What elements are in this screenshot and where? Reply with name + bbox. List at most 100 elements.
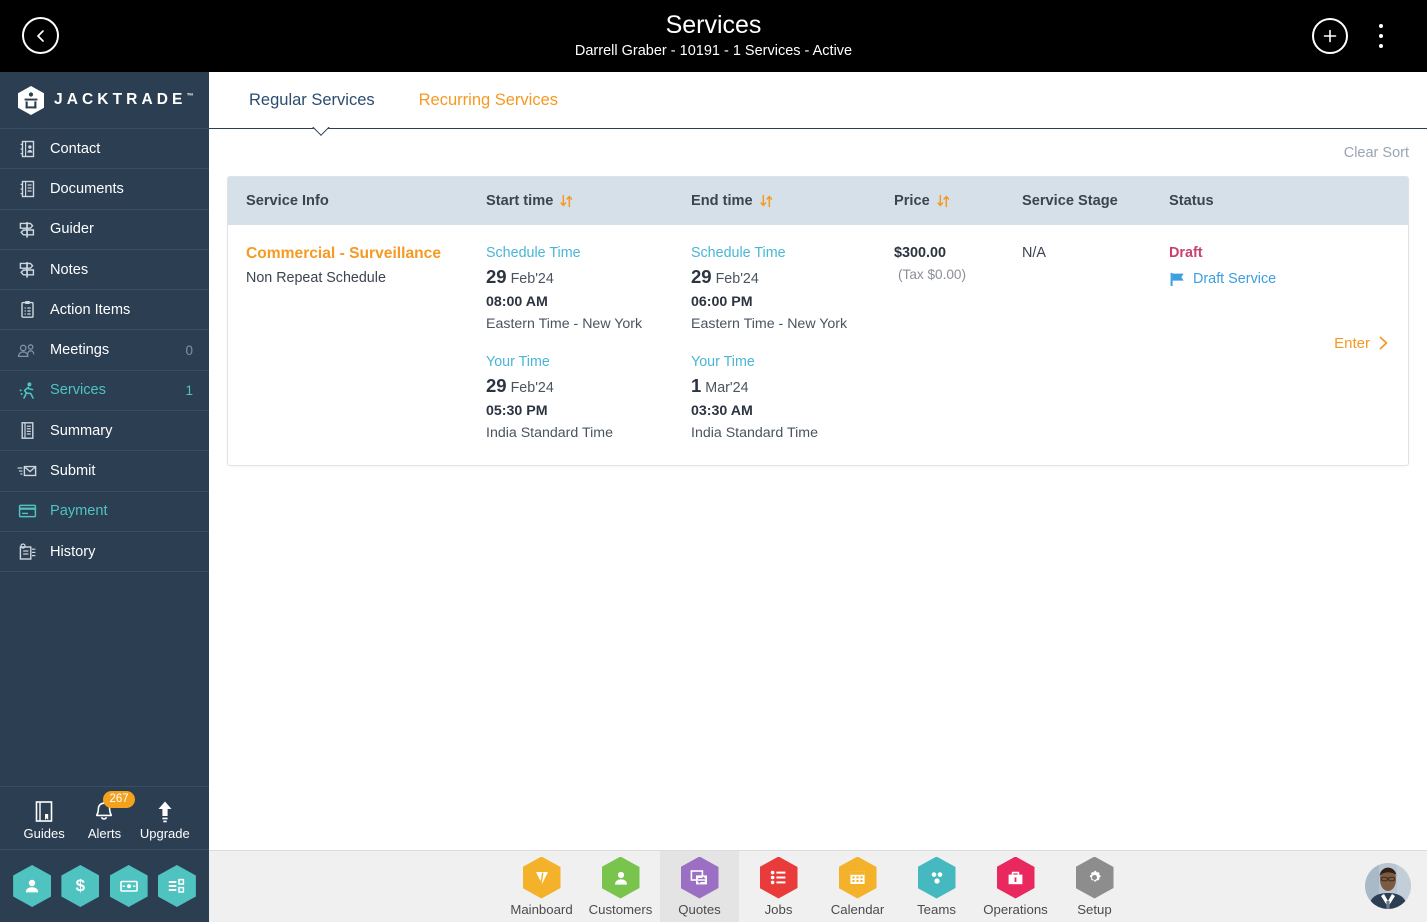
document-icon xyxy=(16,179,38,199)
time-day: 1 xyxy=(691,375,702,396)
service-schedule-type: Non Repeat Schedule xyxy=(246,270,386,286)
teams-hex-icon xyxy=(917,856,956,899)
brand-logo[interactable]: JACKTRADE™ xyxy=(0,72,209,129)
sidebar-item-label: History xyxy=(50,543,96,560)
time-hour: 03:30 AM xyxy=(691,403,753,419)
hex-glyph xyxy=(689,868,710,887)
column-header-end-time[interactable]: End time xyxy=(691,193,894,209)
sidebar-item-services[interactable]: Services 1 xyxy=(0,371,209,412)
bottom-nav-customers[interactable]: Customers xyxy=(581,851,660,922)
up-arrow-icon xyxy=(155,796,175,824)
column-header-status: Status xyxy=(1169,193,1408,209)
sidebar-item-label: Action Items xyxy=(50,301,131,318)
sidebar-item-label: Services xyxy=(50,382,106,399)
table-body: Commercial - Surveillance Non Repeat Sch… xyxy=(228,225,1408,465)
jacktrade-hex-icon xyxy=(18,85,44,115)
sidebar-item-summary[interactable]: Summary xyxy=(0,411,209,452)
dollar-icon: $ xyxy=(75,876,86,895)
shortcut-person-hex[interactable] xyxy=(13,865,52,907)
column-header-service-stage: Service Stage xyxy=(1022,193,1169,209)
sidebar-item-payment[interactable]: Payment xyxy=(0,492,209,532)
sidebar-item-contact[interactable]: Contact xyxy=(0,129,209,170)
time-month: Feb'24 xyxy=(510,271,554,287)
sidebar-shortcuts: $ xyxy=(0,850,209,922)
calendar-hex-icon xyxy=(838,856,877,899)
bottom-nav-operations[interactable]: Operations xyxy=(976,851,1055,922)
bottom-nav-jobs[interactable]: Jobs xyxy=(739,851,818,922)
bottom-nav-setup[interactable]: Setup xyxy=(1055,851,1134,922)
services-table: Service Info Start time End time Price S… xyxy=(227,176,1409,466)
status-sublabel[interactable]: Draft Service xyxy=(1169,271,1276,287)
add-service-button[interactable] xyxy=(1312,18,1348,54)
clear-sort-button[interactable]: Clear Sort xyxy=(1344,145,1409,161)
sidebar: JACKTRADE™ Contact Documents Guider Notes Ac… xyxy=(0,72,209,922)
bottom-nav-items: Mainboard Customers Quotes Jobs Calendar Team… xyxy=(502,850,1134,922)
sidebar-item-history[interactable]: History xyxy=(0,532,209,573)
shortcut-dollar-hex[interactable]: $ xyxy=(61,865,100,907)
sidebar-tool-label: Alerts xyxy=(87,825,122,841)
sidebar-tool-upgrade[interactable]: Upgrade xyxy=(136,796,194,841)
sidebar-tool-label: Upgrade xyxy=(139,825,190,841)
sort-icon[interactable] xyxy=(759,194,773,208)
jobs-hex-icon xyxy=(759,856,798,899)
shortcut-money-hex[interactable] xyxy=(109,865,148,907)
sidebar-item-label: Documents xyxy=(50,180,124,197)
overflow-menu-button[interactable] xyxy=(1372,22,1390,50)
history-icon xyxy=(16,542,38,562)
app-root: Services Darrell Graber - 10191 - 1 Serv… xyxy=(0,0,1427,922)
clipboard-icon xyxy=(16,300,38,320)
sidebar-item-notes[interactable]: Notes xyxy=(0,250,209,291)
sort-icon[interactable] xyxy=(560,194,573,208)
time-month: Mar'24 xyxy=(705,380,749,396)
enter-label: Enter xyxy=(1334,334,1370,352)
column-label: Service Stage xyxy=(1022,193,1118,209)
bottom-nav-quotes[interactable]: Quotes xyxy=(660,850,739,922)
sidebar-item-documents[interactable]: Documents xyxy=(0,169,209,210)
quotes-hex-icon xyxy=(680,856,719,899)
time-label: Schedule Time xyxy=(691,245,786,261)
sidebar-tool-alerts[interactable]: 267 Alerts xyxy=(75,790,135,841)
bottom-nav-mainboard[interactable]: Mainboard xyxy=(502,851,581,922)
bottom-nav-teams[interactable]: Teams xyxy=(897,851,976,922)
service-title[interactable]: Commercial - Surveillance xyxy=(246,245,486,263)
bottom-nav-label: Quotes xyxy=(678,901,721,917)
sidebar-tool-label: Guides xyxy=(23,825,65,841)
column-label: Price xyxy=(894,193,930,209)
bottom-nav-label: Mainboard xyxy=(510,901,573,917)
plus-icon xyxy=(1323,29,1337,43)
tab-regular-services[interactable]: Regular Services xyxy=(227,91,397,110)
shortcut-workflow-hex[interactable] xyxy=(157,865,196,907)
sidebar-item-guider[interactable]: Guider xyxy=(0,210,209,250)
column-header-price[interactable]: Price xyxy=(894,193,1022,209)
time-zone: India Standard Time xyxy=(691,425,818,441)
bottom-nav-label: Setup xyxy=(1077,901,1112,917)
enter-button[interactable]: Enter xyxy=(1334,245,1390,441)
cell-start-time: Schedule Time 29 Feb'24 08:00 AM Eastern… xyxy=(486,241,691,441)
active-tab-caret xyxy=(312,127,330,137)
sidebar-item-meetings[interactable]: Meetings 0 xyxy=(0,330,209,371)
time-hour: 05:30 PM xyxy=(486,403,548,419)
tab-bar: Regular Services Recurring Services xyxy=(209,72,1427,129)
avatar[interactable] xyxy=(1365,863,1411,909)
operations-hex-icon xyxy=(996,856,1035,899)
tab-recurring-services[interactable]: Recurring Services xyxy=(397,91,580,110)
bottom-nav-label: Customers xyxy=(588,901,653,917)
back-button[interactable] xyxy=(22,17,59,54)
service-icon xyxy=(16,380,38,400)
clear-sort-row: Clear Sort xyxy=(209,129,1427,176)
bottom-nav-calendar[interactable]: Calendar xyxy=(818,851,897,922)
cell-service-stage: N/A xyxy=(1022,241,1169,441)
column-header-start-time[interactable]: Start time xyxy=(486,193,691,209)
hex-glyph xyxy=(769,869,788,886)
service-stage-value: N/A xyxy=(1022,245,1046,261)
page-title: Services xyxy=(665,11,762,39)
meeting-icon xyxy=(16,340,38,360)
sort-icon[interactable] xyxy=(937,194,950,208)
table-row[interactable]: Commercial - Surveillance Non Repeat Sch… xyxy=(228,225,1408,465)
page-subtitle: Darrell Graber - 10191 - 1 Services - Ac… xyxy=(574,43,853,59)
contact-book-icon xyxy=(16,139,38,159)
sidebar-item-action-items[interactable]: Action Items xyxy=(0,290,209,331)
sidebar-tool-guides[interactable]: Guides xyxy=(15,796,73,841)
sidebar-item-submit[interactable]: Submit xyxy=(0,451,209,492)
column-label: Status xyxy=(1169,193,1214,209)
